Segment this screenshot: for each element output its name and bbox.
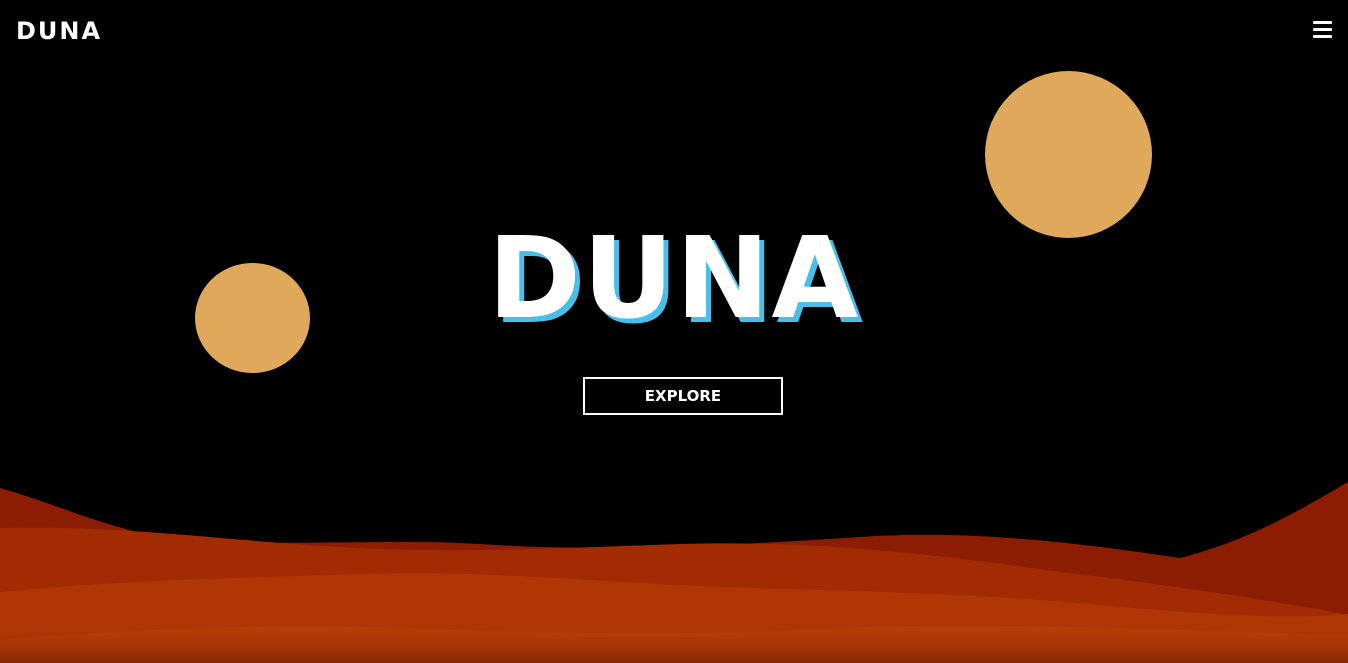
hamburger-menu-icon[interactable] xyxy=(1313,21,1332,38)
menu-line xyxy=(1313,21,1332,24)
menu-line xyxy=(1313,28,1332,31)
menu-line xyxy=(1313,35,1332,38)
dune-ground-shade xyxy=(0,620,1348,663)
explore-button[interactable]: EXPLORE xyxy=(583,377,783,415)
hero-title: DUNA xyxy=(487,214,861,344)
hero-page: DUNA DUNA EXPLORE xyxy=(0,0,1348,663)
desert-dunes xyxy=(0,482,1348,663)
site-logo[interactable]: DUNA xyxy=(16,14,102,48)
